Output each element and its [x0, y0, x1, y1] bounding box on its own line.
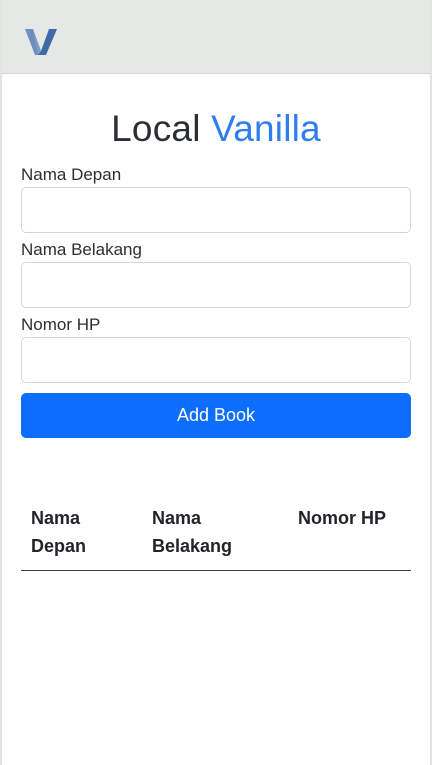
title-main: Local — [111, 108, 201, 149]
vanilla-logo-icon[interactable] — [24, 25, 58, 59]
first-name-label: Nama Depan — [21, 165, 122, 184]
title-accent: Vanilla — [211, 108, 321, 149]
column-header-last-name: Nama Belakang — [142, 502, 288, 571]
table-header-row: Nama Depan Nama Belakang Nomor HP — [21, 502, 411, 571]
column-header-first-name: Nama Depan — [21, 502, 142, 571]
phone-input[interactable] — [21, 337, 411, 383]
last-name-label: Nama Belakang — [21, 240, 142, 259]
first-name-input[interactable] — [21, 187, 411, 233]
app-window: Local Vanilla Nama Depan Nama Belakang N… — [0, 0, 432, 765]
page-title: Local Vanilla — [2, 108, 430, 150]
last-name-input[interactable] — [21, 262, 411, 308]
contacts-table: Nama Depan Nama Belakang Nomor HP — [21, 502, 411, 571]
phone-label: Nomor HP — [21, 315, 101, 334]
add-book-button[interactable]: Add Book — [21, 393, 411, 438]
navbar — [2, 0, 430, 74]
table-header: Nama Depan Nama Belakang Nomor HP — [21, 502, 411, 571]
contacts-table-container: Nama Depan Nama Belakang Nomor HP — [21, 502, 411, 571]
column-header-phone: Nomor HP — [288, 502, 411, 571]
contact-form: Nama Depan Nama Belakang Nomor HP Add Bo… — [21, 164, 411, 438]
